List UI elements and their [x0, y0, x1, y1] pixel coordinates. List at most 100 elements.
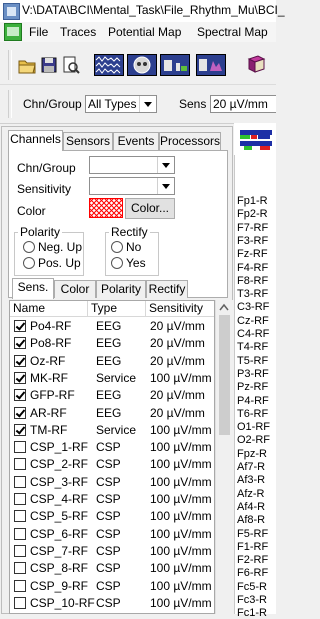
row-type: Service: [96, 422, 137, 437]
sensitivity-select[interactable]: [89, 177, 175, 195]
column-header-type[interactable]: Type: [88, 301, 146, 317]
row-type: CSP: [96, 509, 121, 524]
chn-group-value: All Types: [88, 97, 137, 111]
save-icon[interactable]: [40, 54, 58, 76]
tab-events[interactable]: Events: [113, 132, 159, 150]
sens-select[interactable]: 20 µV/mm: [210, 95, 276, 113]
row-sensitivity: 100 µV/mm: [150, 561, 212, 576]
table-row[interactable]: Po8-RF EEG 20 µV/mm: [10, 335, 214, 352]
row-sensitivity: 20 µV/mm: [150, 353, 205, 368]
table-row[interactable]: CSP_5-RF CSP 100 µV/mm: [10, 508, 214, 525]
table-row[interactable]: TM-RF Service 100 µV/mm: [10, 422, 214, 439]
row-checkbox[interactable]: [14, 406, 26, 419]
row-type: Service: [96, 370, 137, 385]
rectify-no-radio[interactable]: [111, 241, 123, 253]
tab-sensors[interactable]: Sensors: [63, 132, 113, 150]
row-sensitivity: 100 µV/mm: [150, 543, 212, 558]
spectrum-3d-icon[interactable]: [196, 54, 226, 76]
toolbar-grip[interactable]: [8, 50, 12, 80]
tab-channels[interactable]: Channels: [8, 130, 63, 151]
color-swatch[interactable]: [89, 198, 123, 218]
row-checkbox[interactable]: [14, 527, 26, 540]
menu-spectral-map[interactable]: Spectral Map: [197, 25, 268, 39]
subtab-sens[interactable]: Sens.: [12, 278, 54, 299]
row-checkbox[interactable]: [14, 354, 26, 367]
scrollbar-thumb[interactable]: [219, 315, 230, 435]
table-row[interactable]: AR-RF EEG 20 µV/mm: [10, 405, 214, 422]
row-name: CSP_7-RF: [30, 543, 89, 558]
chn-group-prop-select[interactable]: [89, 156, 175, 174]
table-row[interactable]: Oz-RF EEG 20 µV/mm: [10, 353, 214, 370]
row-checkbox[interactable]: [14, 510, 26, 523]
sens-label: Sens: [179, 97, 207, 111]
table-row[interactable]: Po4-RF EEG 20 µV/mm: [10, 318, 214, 335]
row-checkbox[interactable]: [14, 562, 26, 575]
row-checkbox[interactable]: [14, 493, 26, 505]
document-icon[interactable]: [4, 23, 22, 41]
color-button[interactable]: Color...: [125, 198, 175, 219]
tab-processors[interactable]: Processors: [159, 132, 221, 150]
row-type: CSP: [96, 561, 121, 576]
row-name: Oz-RF: [30, 353, 66, 368]
table-row[interactable]: CSP_2-RF CSP 100 µV/mm: [10, 456, 214, 473]
row-checkbox[interactable]: [14, 371, 26, 384]
table-row[interactable]: CSP_3-RF CSP 100 µV/mm: [10, 474, 214, 491]
row-type: EEG: [96, 353, 122, 368]
row-checkbox[interactable]: [14, 389, 26, 402]
row-name: CSP_9-RF: [30, 578, 89, 593]
row-checkbox[interactable]: [14, 458, 26, 471]
polarity-title: Polarity: [18, 225, 63, 239]
table-row[interactable]: CSP_8-RF CSP 100 µV/mm: [10, 560, 214, 577]
toolbar-grip[interactable]: [8, 90, 12, 118]
row-checkbox[interactable]: [14, 320, 26, 332]
row-checkbox[interactable]: [14, 337, 26, 350]
menu-traces[interactable]: Traces: [60, 25, 96, 39]
open-folder-icon[interactable]: [17, 54, 37, 76]
chn-group-select[interactable]: All Types: [85, 95, 157, 113]
rectify-yes-radio[interactable]: [111, 257, 123, 269]
subtab-rectify[interactable]: Rectify: [146, 280, 188, 298]
row-sensitivity: 20 µV/mm: [150, 388, 205, 403]
row-checkbox[interactable]: [14, 596, 26, 609]
subtab-polarity[interactable]: Polarity: [96, 280, 146, 298]
trace-channel-label: Af4-R: [237, 500, 266, 513]
table-row[interactable]: GFP-RF EEG 20 µV/mm: [10, 387, 214, 404]
polarity-neg-up-radio[interactable]: [23, 241, 35, 253]
trace-view[interactable]: Fp1-R Fp2-R F7-RF F3-RF Fz-RF F4-RF F8-RF T3-RF…: [234, 123, 276, 619]
subtab-color[interactable]: Color: [54, 280, 96, 298]
color-label: Color: [17, 204, 46, 218]
scroll-up-icon[interactable]: [219, 303, 229, 311]
table-row[interactable]: CSP_1-RF CSP 100 µV/mm: [10, 439, 214, 456]
row-sensitivity: 100 µV/mm: [150, 526, 212, 541]
column-header-sensitivity[interactable]: Sensitivity: [146, 301, 214, 317]
row-type: CSP: [96, 595, 121, 610]
trace-channel-label: Fp1-R: [237, 195, 268, 207]
polarity-pos-up-label: Pos. Up: [38, 256, 81, 270]
column-header-name[interactable]: Name: [10, 301, 88, 317]
row-type: CSP: [96, 440, 121, 455]
table-row[interactable]: CSP_9-RF CSP 100 µV/mm: [10, 578, 214, 595]
montage-view-icon[interactable]: [94, 54, 124, 76]
row-checkbox[interactable]: [14, 579, 26, 592]
table-row[interactable]: CSP_6-RF CSP 100 µV/mm: [10, 526, 214, 543]
polarity-pos-up-radio[interactable]: [23, 257, 35, 269]
menu-potential-map[interactable]: Potential Map: [108, 25, 181, 39]
row-checkbox[interactable]: [14, 423, 26, 436]
row-checkbox[interactable]: [14, 441, 26, 454]
book-icon[interactable]: [246, 54, 266, 76]
row-sensitivity: 20 µV/mm: [150, 319, 205, 333]
row-sensitivity: 100 µV/mm: [150, 457, 212, 472]
table-row[interactable]: MK-RF Service 100 µV/mm: [10, 370, 214, 387]
table-row[interactable]: CSP_4-RF CSP 100 µV/mm: [10, 491, 214, 508]
menu-file[interactable]: File: [29, 25, 48, 39]
spectrum-icon[interactable]: [160, 54, 190, 76]
trace-channel-label: F6-RF: [237, 567, 269, 580]
row-checkbox[interactable]: [14, 475, 26, 488]
table-row[interactable]: CSP_7-RF CSP 100 µV/mm: [10, 543, 214, 560]
print-preview-icon[interactable]: [62, 54, 80, 76]
table-scrollbar[interactable]: [215, 300, 233, 614]
table-row[interactable]: CSP_10-RF CSP 100 µV/mm: [10, 595, 214, 612]
head-map-icon[interactable]: [127, 54, 157, 76]
chn-group-label: Chn/Group: [23, 97, 82, 111]
row-checkbox[interactable]: [14, 544, 26, 557]
